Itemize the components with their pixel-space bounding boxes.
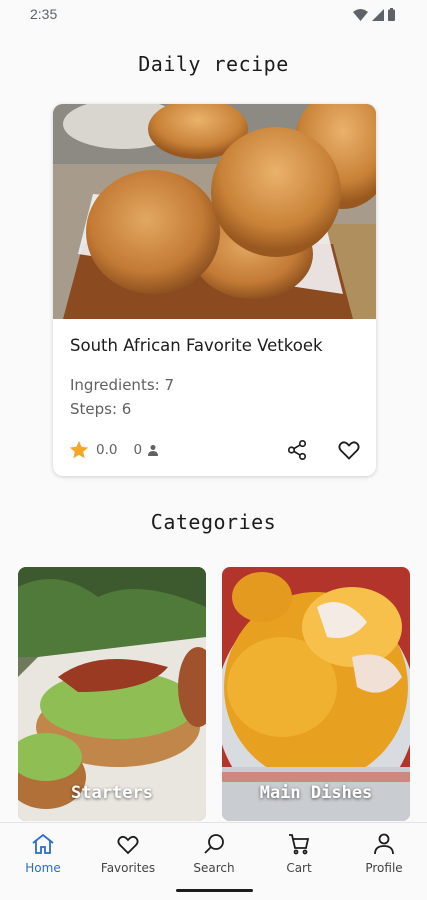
person-small-icon: [148, 445, 159, 456]
category-label: Main Dishes: [259, 783, 373, 803]
home-indicator: [176, 889, 253, 892]
daily-recipe-card[interactable]: South African Favorite Vetkoek Ingredien…: [53, 104, 376, 476]
category-main-dishes[interactable]: Main Dishes: [222, 567, 410, 821]
heart-icon: [117, 835, 139, 855]
recipe-name: South African Favorite Vetkoek: [70, 336, 323, 355]
nav-favorites[interactable]: Favorites: [88, 831, 168, 875]
heart-icon: [338, 441, 360, 460]
nav-search[interactable]: Search: [174, 831, 254, 875]
battery-icon: [388, 8, 395, 21]
star-icon: [69, 440, 89, 459]
favorite-button[interactable]: [336, 437, 362, 463]
home-icon: [32, 833, 54, 854]
nav-cart[interactable]: Cart: [259, 831, 339, 875]
nav-label: Home: [25, 861, 61, 875]
recipe-steps: Steps: 6: [70, 400, 132, 418]
share-icon: [287, 440, 307, 460]
nav-home[interactable]: Home: [3, 831, 83, 875]
search-icon: [204, 834, 224, 854]
nav-profile[interactable]: Profile: [344, 831, 424, 875]
recipe-ingredients: Ingredients: 7: [70, 376, 175, 394]
category-starters[interactable]: Starters: [18, 567, 206, 821]
status-bar: 2:35: [0, 0, 427, 30]
category-label: Starters: [71, 783, 153, 803]
nav-label: Search: [193, 861, 235, 875]
signal-icon: [372, 8, 384, 21]
share-button[interactable]: [284, 437, 310, 463]
nav-label: Cart: [286, 861, 312, 875]
daily-recipe-title: Daily recipe: [138, 52, 289, 76]
status-time: 2:35: [30, 6, 58, 22]
reviews-count: 0: [133, 442, 143, 458]
nav-label: Profile: [365, 861, 403, 875]
cart-icon: [289, 834, 310, 855]
recipe-image: [53, 104, 376, 319]
person-icon: [374, 833, 394, 855]
wifi-icon: [353, 8, 368, 21]
rating-row: 0.0 0: [68, 439, 159, 461]
categories-title: Categories: [150, 510, 277, 534]
status-icons: [353, 8, 395, 21]
rating-value: 0.0: [96, 442, 118, 458]
nav-label: Favorites: [100, 861, 156, 875]
